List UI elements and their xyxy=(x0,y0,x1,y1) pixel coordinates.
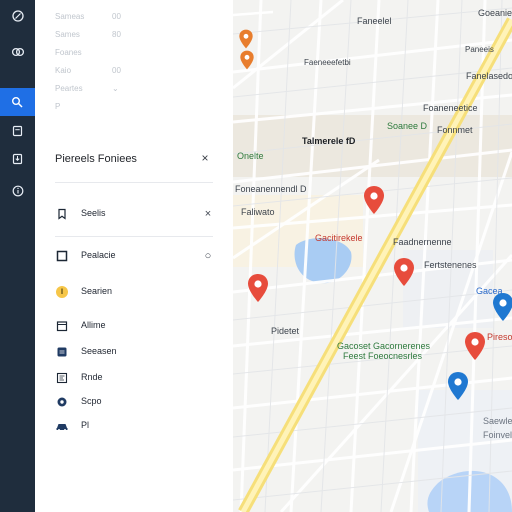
recent-item[interactable]: Sames 80 xyxy=(55,30,225,48)
map-place-label: Foaneneetice xyxy=(423,103,478,113)
map-place-label: Faneelel xyxy=(357,16,392,26)
list-item-search[interactable]: Seelis × xyxy=(55,206,215,224)
menu-icon xyxy=(11,10,24,22)
list-item-label: Scpo xyxy=(81,396,102,406)
map-place-label: Foinvele xyxy=(483,430,512,440)
divider xyxy=(55,236,213,237)
text-icon xyxy=(55,371,69,385)
recent-item[interactable]: P xyxy=(55,102,225,120)
recent-item-value: ⌄ xyxy=(112,84,119,93)
recent-item-value: 00 xyxy=(112,12,121,21)
map-pin[interactable] xyxy=(447,371,469,401)
pin-icon xyxy=(55,285,69,299)
list-item-label: Pl xyxy=(81,420,90,430)
bookmark-icon xyxy=(55,207,69,221)
map-place-label: Feest Foeocnesrles xyxy=(343,351,423,361)
rail-download-button[interactable] xyxy=(0,145,35,173)
download-icon xyxy=(12,153,23,165)
side-panel: Sameas 00 Sames 80 Foanes Kaio 00 Pearte… xyxy=(35,0,233,512)
calendar-icon xyxy=(55,319,69,333)
saved-icon xyxy=(12,125,23,137)
map-place-label: Saewle xyxy=(483,416,512,426)
map-pin[interactable] xyxy=(239,50,261,80)
map-place-label: Fonnmet xyxy=(437,125,473,135)
map-place-label: Faadnernenne xyxy=(393,237,452,247)
map-app: Sameas 00 Sames 80 Foanes Kaio 00 Pearte… xyxy=(0,0,512,512)
map-pin[interactable] xyxy=(464,331,486,361)
layers-icon xyxy=(11,47,24,57)
list-item-places[interactable]: Pealacie ○ xyxy=(55,248,215,266)
search-icon xyxy=(12,96,23,108)
map-place-label: Onelte xyxy=(237,151,264,161)
rail-saved-button[interactable] xyxy=(0,117,35,145)
recent-item-label: Sameas xyxy=(55,12,85,21)
recent-item[interactable]: Kaio 00 xyxy=(55,66,225,84)
recent-item-label: Sames xyxy=(55,30,80,39)
map-pin[interactable] xyxy=(393,257,415,287)
recent-item[interactable]: Peartes ⌄ xyxy=(55,84,225,102)
recent-list: Sameas 00 Sames 80 Foanes Kaio 00 Pearte… xyxy=(55,12,225,120)
square-icon xyxy=(55,249,69,263)
map-place-label: Faeneeefetbi xyxy=(304,58,351,67)
rail-info-button[interactable] xyxy=(0,177,35,205)
info-icon xyxy=(12,185,23,197)
recent-item[interactable]: Foanes xyxy=(55,48,225,66)
recent-item-label: Peartes xyxy=(55,84,83,93)
map-pin[interactable] xyxy=(363,185,385,215)
map-place-label: Soanee D xyxy=(387,121,428,131)
divider xyxy=(55,182,213,183)
recent-item-label: Kaio xyxy=(55,66,72,75)
panel-title: Piereels Foniees xyxy=(55,153,137,165)
map-pin[interactable] xyxy=(247,273,269,303)
list-item-label: Searien xyxy=(81,286,113,296)
close-icon: × xyxy=(201,151,209,165)
close-icon[interactable]: × xyxy=(201,206,215,222)
list-item-profile[interactable]: Pl xyxy=(55,418,215,436)
recent-item-value: 80 xyxy=(112,30,121,39)
map-place-label: Faliwato xyxy=(241,207,275,217)
map-place-label: Goeanie xyxy=(478,8,512,18)
list-item-session[interactable]: Seeasen xyxy=(55,344,215,362)
list-item-label: Allime xyxy=(81,320,106,330)
recent-item-label: P xyxy=(55,102,61,111)
map-place-label: Pireso xyxy=(487,332,512,342)
list-item-label: Rnde xyxy=(81,372,103,382)
list-item-label: Pealacie xyxy=(81,250,116,260)
close-button[interactable]: × xyxy=(198,150,212,166)
left-rail xyxy=(0,0,35,512)
map-place-label: Fertstenenes xyxy=(424,260,477,270)
list-item-saved[interactable]: Searien xyxy=(55,284,215,302)
rail-menu-button[interactable] xyxy=(0,2,35,30)
list-item-label: Seelis xyxy=(81,208,106,218)
list-item-share[interactable]: Scpo xyxy=(55,394,215,412)
map-place-label: Gacitirekele xyxy=(315,233,363,243)
list-item-alarms[interactable]: Allime xyxy=(55,318,215,336)
map-pin[interactable] xyxy=(492,292,512,322)
map-canvas[interactable]: Faneelel Goeanie Fanelasedoke Foaneneeti… xyxy=(233,0,512,512)
rail-search-button[interactable] xyxy=(0,88,35,116)
camera-icon xyxy=(55,395,69,409)
rail-layers-button[interactable] xyxy=(0,38,35,66)
map-place-label: Fanelasedoke xyxy=(466,71,512,81)
map-place-label: Foneanennendl D xyxy=(235,184,307,194)
map-place-label: Pidetet xyxy=(271,326,300,336)
grid-icon xyxy=(55,345,69,359)
recent-item-label: Foanes xyxy=(55,48,82,57)
recent-item-value: 00 xyxy=(112,66,121,75)
map-place-label: Paneeis xyxy=(465,45,494,54)
recent-item[interactable]: Sameas 00 xyxy=(55,12,225,30)
car-icon xyxy=(55,419,69,433)
map-place-label: Talmerele fD xyxy=(302,136,356,146)
list-item-ride[interactable]: Rnde xyxy=(55,370,215,388)
list-item-label: Seeasen xyxy=(81,346,117,356)
radio-icon[interactable]: ○ xyxy=(201,248,215,264)
